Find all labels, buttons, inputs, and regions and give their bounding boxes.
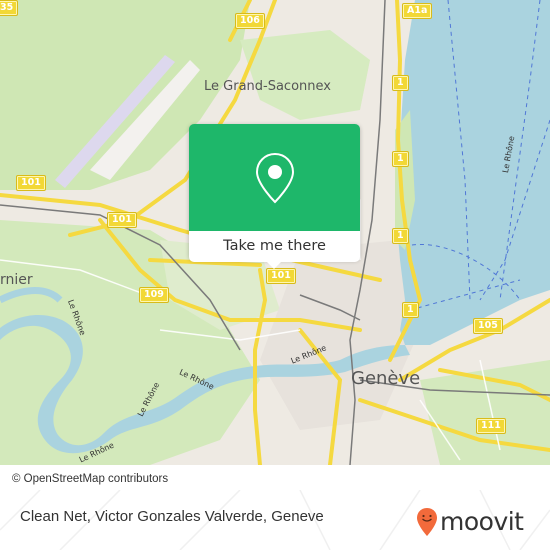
place-label-vernier: rnier <box>0 272 33 288</box>
road-shield-35: 35 <box>0 0 19 16</box>
road-shield-106: 106 <box>235 13 265 29</box>
map-attribution[interactable]: © OpenStreetMap contributors <box>0 468 177 490</box>
road-shield-1: 1 <box>392 75 409 91</box>
popup-header[interactable] <box>189 124 360 231</box>
map-view[interactable]: Le Grand-Saconnex Genève rnier Le Rhône … <box>0 0 550 465</box>
road-shield-101: 101 <box>16 175 46 191</box>
road-shield-1: 1 <box>402 302 419 318</box>
moovit-pin-icon <box>417 508 437 536</box>
destination-popup[interactable]: Take me there <box>189 124 360 269</box>
location-pin-icon <box>255 152 295 204</box>
place-label-geneve: Genève <box>351 368 421 389</box>
moovit-wordmark: moovit <box>440 507 524 536</box>
road-shield-101: 101 <box>266 268 296 284</box>
footer-bar: Clean Net, Victor Gonzales Valverde, Gen… <box>0 490 550 550</box>
popup-pointer <box>265 260 283 269</box>
place-title: Clean Net, Victor Gonzales Valverde, Gen… <box>20 508 324 525</box>
road-shield-105: 105 <box>473 318 503 334</box>
moovit-logo[interactable]: moovit <box>416 507 524 537</box>
take-me-there-button[interactable]: Take me there <box>189 231 360 262</box>
road-shield-101: 101 <box>107 212 137 228</box>
road-shield-1: 1 <box>392 151 409 167</box>
road-shield-109: 109 <box>139 287 169 303</box>
road-shield-1: 1 <box>392 228 409 244</box>
road-shield-111: 111 <box>476 418 506 434</box>
road-shield-a1a: A1a <box>401 3 433 19</box>
place-label-grand-saconnex: Le Grand-Saconnex <box>204 79 331 94</box>
